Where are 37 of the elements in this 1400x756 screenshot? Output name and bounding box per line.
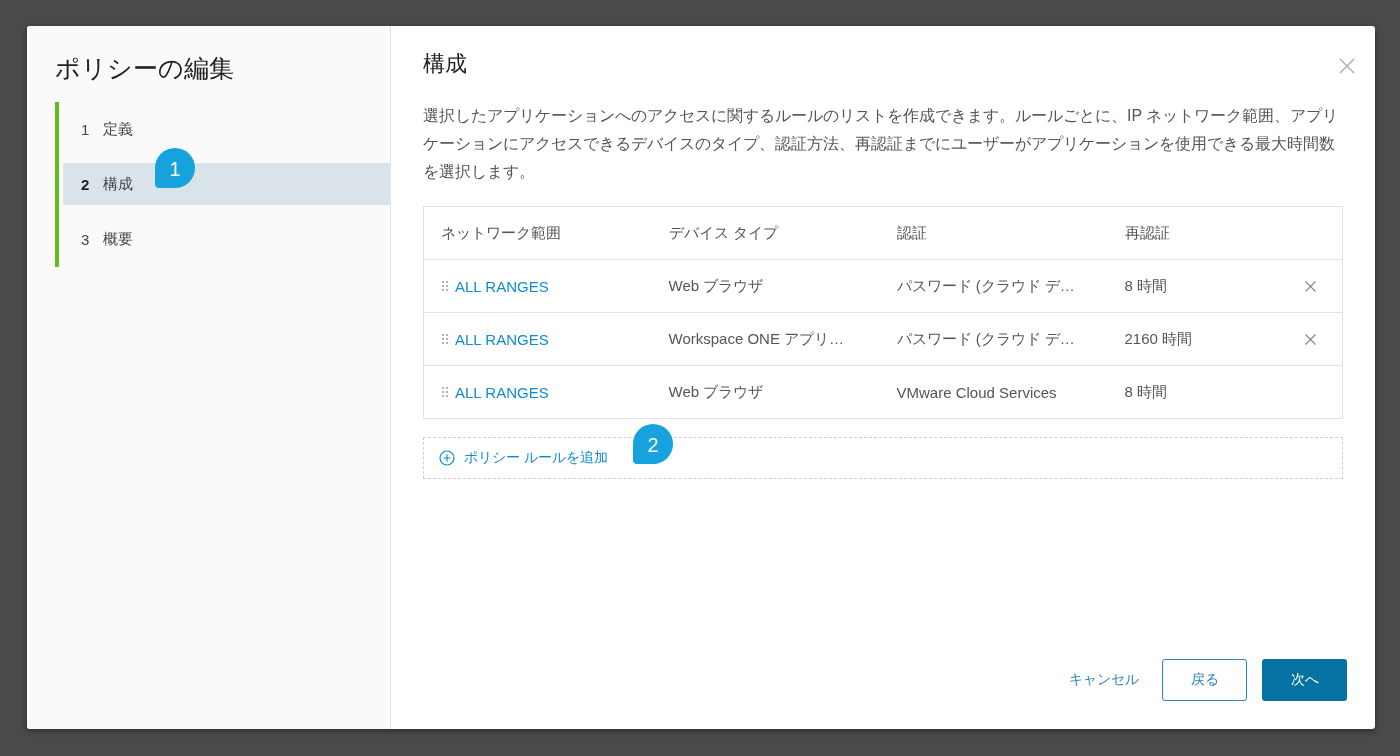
plus-circle-icon — [439, 450, 455, 466]
step-item[interactable]: 1 定義 — [63, 108, 390, 150]
drag-handle-icon — [442, 387, 448, 397]
close-icon — [1339, 58, 1355, 74]
column-header: デバイス タイプ — [651, 206, 880, 260]
back-button[interactable]: 戻る — [1162, 659, 1247, 701]
table-cell: 2160 時間 — [1124, 329, 1193, 347]
table-cell: Web ブラウザ — [668, 382, 764, 400]
add-rule-button[interactable]: ポリシー ルールを追加 — [439, 449, 608, 467]
remove-button[interactable] — [1304, 280, 1316, 292]
range-link[interactable]: ALL RANGES — [455, 277, 549, 295]
close-icon — [1304, 333, 1316, 345]
table-cell: VMware Cloud Services — [896, 383, 1057, 401]
table-cell: パスワード (クラウド デ… — [896, 329, 1075, 347]
callout-badge: 1 — [155, 148, 195, 188]
column-header: 認証 — [879, 206, 1108, 260]
callout-badge: 2 — [633, 424, 673, 464]
cancel-button[interactable]: キャンセル — [1061, 659, 1147, 701]
dialog-title: ポリシーの編集 — [55, 53, 235, 84]
table-cell: Workspace ONE アプリ… — [668, 329, 845, 347]
table-cell: 8 時間 — [1124, 382, 1167, 400]
next-button[interactable]: 次へ — [1262, 659, 1347, 701]
column-header: 再認証 — [1107, 206, 1288, 260]
table-cell: 8 時間 — [1124, 276, 1167, 294]
column-header: ネットワーク範囲 — [423, 206, 652, 260]
close-icon — [1304, 280, 1316, 292]
section-title: 構成 — [423, 50, 467, 78]
step-item[interactable]: 3 概要 — [63, 218, 390, 260]
description-text: 選択したアプリケーションへのアクセスに関するルールのリストを作成できます。ルールごとに、IP ネットワーク範囲、アプリケーションにアクセスできるデバイスのタイプ、認証方法、再認証までにユーザーがアプリケーションを使用できる最大時間数を選択します。 — [423, 106, 1340, 182]
drag-handle-icon — [442, 334, 448, 344]
table-cell: パスワード (クラウド デ… — [896, 276, 1075, 294]
close-button[interactable] — [1339, 58, 1355, 74]
table-cell: Web ブラウザ — [668, 276, 764, 294]
range-link[interactable]: ALL RANGES — [455, 330, 549, 348]
drag-handle-icon — [442, 281, 448, 291]
remove-button[interactable] — [1304, 333, 1316, 345]
range-link[interactable]: ALL RANGES — [455, 383, 549, 401]
